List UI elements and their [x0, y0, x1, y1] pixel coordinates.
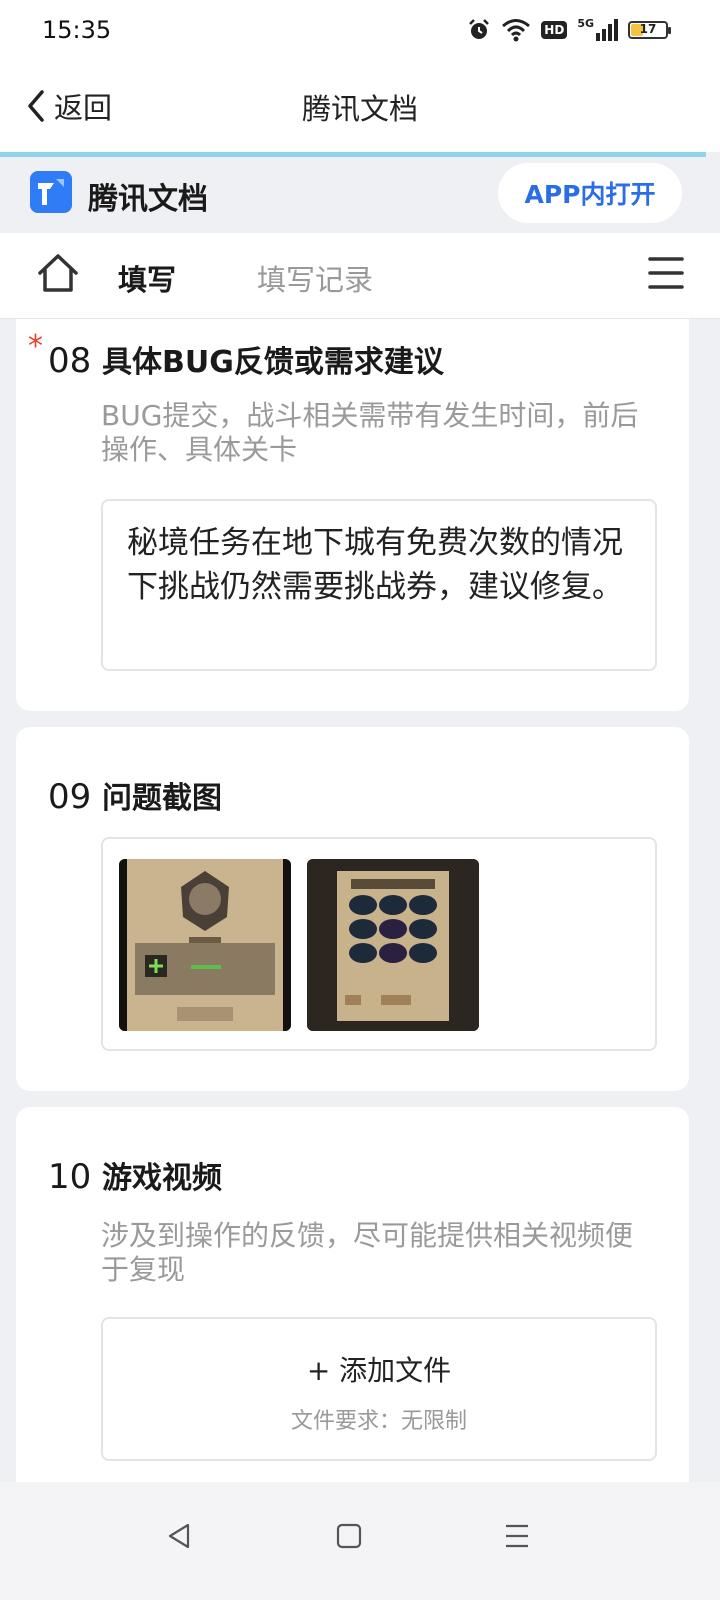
question-header: * 08 具体BUG反馈或需求建议	[28, 329, 444, 381]
screenshot-thumbnail[interactable]	[307, 859, 479, 1031]
question-card-08: * 08 具体BUG反馈或需求建议 BUG提交，战斗相关需带有发生时间，前后操作…	[16, 319, 689, 711]
home-square-icon[interactable]	[336, 1522, 362, 1550]
question-title: 具体BUG反馈或需求建议	[102, 345, 444, 380]
signal-icon	[596, 19, 618, 41]
menu-icon[interactable]	[648, 255, 684, 291]
alarm-icon	[469, 19, 490, 39]
nav-bar: 返回 腾讯文档	[0, 62, 720, 152]
question-title: 问题截图	[102, 781, 222, 816]
question-number: 10	[48, 1157, 92, 1197]
open-in-app-button[interactable]: APP内打开	[498, 163, 682, 223]
home-icon[interactable]	[36, 251, 80, 295]
brand-name: 腾讯文档	[88, 182, 208, 217]
file-upload-area[interactable]: + 添加文件 文件要求：无限制	[101, 1317, 657, 1461]
tab-bar: 填写 填写记录	[0, 233, 720, 329]
question-card-10: 10 游戏视频 涉及到操作的反馈，尽可能提供相关视频便于复现 + 添加文件 文件…	[16, 1107, 689, 1482]
status-time: 15:35	[42, 16, 112, 44]
required-mark: *	[28, 329, 43, 364]
answer-text: 秘境任务在地下城有免费次数的情况下挑战仍然需要挑战券，建议修复。	[127, 525, 623, 605]
back-button[interactable]: 返回	[24, 82, 112, 130]
system-nav-bar	[0, 1482, 720, 1600]
back-triangle-icon[interactable]	[166, 1522, 192, 1550]
battery-text: 17	[639, 22, 657, 36]
recents-menu-icon[interactable]	[504, 1522, 530, 1550]
hd-badge: HD	[541, 21, 568, 39]
tencent-docs-logo-icon	[30, 171, 72, 213]
question-description: 涉及到操作的反馈，尽可能提供相关视频便于复现	[101, 1219, 634, 1286]
network-label: 5G	[577, 16, 594, 30]
answer-textarea[interactable]: 秘境任务在地下城有免费次数的情况下挑战仍然需要挑战券，建议修复。	[101, 499, 657, 671]
back-label: 返回	[54, 91, 113, 125]
wifi-icon	[502, 19, 531, 42]
brand-bar: 腾讯文档 APP内打开	[0, 157, 720, 233]
question-number: 09	[48, 777, 92, 817]
question-header: 10 游戏视频	[48, 1153, 222, 1197]
status-icons: HD 5G 17	[467, 16, 671, 44]
question-title: 游戏视频	[102, 1161, 222, 1196]
battery-icon: 17	[628, 21, 671, 39]
screenshot-upload-area	[101, 837, 657, 1051]
question-description: BUG提交，战斗相关需带有发生时间，前后操作、具体关卡	[101, 399, 639, 466]
question-header: 09 问题截图	[48, 773, 222, 817]
add-file-button[interactable]: + 添加文件	[103, 1349, 655, 1389]
question-card-09: 09 问题截图	[16, 727, 689, 1091]
form-content: * 08 具体BUG反馈或需求建议 BUG提交，战斗相关需带有发生时间，前后操作…	[0, 319, 720, 1482]
tab-fill-history[interactable]: 填写记录	[257, 257, 373, 299]
chevron-left-icon	[28, 90, 44, 122]
status-bar: 15:35 HD 5G 17	[0, 0, 720, 62]
file-requirement: 文件要求：无限制	[290, 1409, 467, 1434]
screenshot-thumbnail[interactable]	[119, 859, 291, 1031]
tab-fill[interactable]: 填写	[118, 257, 176, 329]
question-number: 08	[48, 341, 92, 381]
